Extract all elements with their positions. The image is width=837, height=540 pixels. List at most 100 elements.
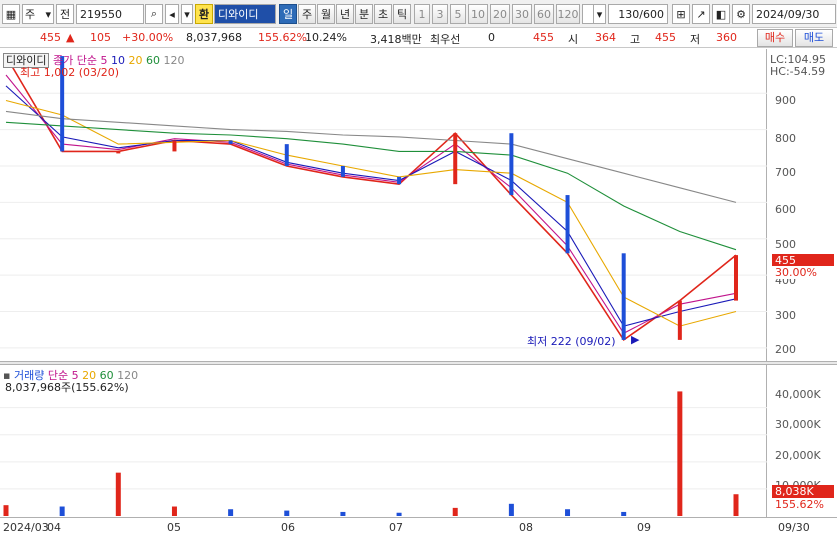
exchange-badge[interactable]: 환 xyxy=(195,4,213,24)
chevron-down-icon: ▾ xyxy=(45,7,51,21)
sell-button[interactable]: 매도 xyxy=(795,29,833,47)
market-select[interactable]: 주 ▾ xyxy=(22,4,54,24)
y-tick: 20,000K xyxy=(775,449,821,462)
gear-icon[interactable]: ⚙ xyxy=(732,4,750,24)
volume-bar xyxy=(677,391,683,516)
price-chart xyxy=(0,55,767,349)
series-line-5 xyxy=(5,74,737,335)
candle xyxy=(453,133,458,185)
bid-price: 455 xyxy=(533,31,554,44)
candle xyxy=(172,140,177,152)
candle xyxy=(397,176,402,185)
period-week[interactable]: 주 xyxy=(298,4,316,24)
period-day[interactable]: 일 xyxy=(279,4,297,24)
date-label: 04 xyxy=(47,521,61,534)
chart-window: ▦ 주 ▾ 전 219550 ⌕ ◂ ▾ 환 디와이디 일 주 월 년 분 초 틱… xyxy=(0,0,837,540)
buy-button[interactable]: 매수 xyxy=(757,29,793,47)
volume-pane[interactable]: ▪ 거래량 단순 5 20 60 120 8,037,968주(155.62%) xyxy=(0,365,767,517)
minute-3[interactable]: 3 xyxy=(432,4,448,24)
quote-bar: 455 ▲ 105 +30.00% 8,037,968 155.62% 10.2… xyxy=(0,28,837,48)
period-minute[interactable]: 분 xyxy=(355,4,373,24)
y-tick: 800 xyxy=(775,132,796,145)
date-axis: 2024/03 04 05 06 07 08 09 09/30 xyxy=(0,517,837,540)
candle xyxy=(565,195,570,254)
volume-bar xyxy=(621,511,627,516)
y-tick: 200 xyxy=(775,343,796,356)
minute-120[interactable]: 120 xyxy=(556,4,580,24)
series-line-20 xyxy=(5,99,737,327)
date-input[interactable]: 2024/09/30 xyxy=(752,4,836,24)
date-label: 09 xyxy=(637,521,651,534)
price-change: 105 xyxy=(90,31,111,44)
toolbar: ▦ 주 ▾ 전 219550 ⌕ ◂ ▾ 환 디와이디 일 주 월 년 분 초 틱… xyxy=(0,0,837,28)
candle xyxy=(734,255,738,301)
candle xyxy=(116,151,121,154)
high-label: 고 xyxy=(630,33,641,46)
open-price: 364 xyxy=(595,31,616,44)
minute-5[interactable]: 5 xyxy=(450,4,466,24)
date-label: 08 xyxy=(519,521,533,534)
volume-bar xyxy=(3,505,9,516)
volume-bar xyxy=(171,506,177,516)
date-label: 09/30 xyxy=(778,521,810,534)
period-tick[interactable]: 틱 xyxy=(393,4,411,24)
period-month[interactable]: 월 xyxy=(317,4,335,24)
minute-60[interactable]: 60 xyxy=(534,4,554,24)
volume-ratio: 155.62% xyxy=(258,31,307,44)
price-axis: LC:104.95 HC:-54.59 900 800 700 600 500 … xyxy=(767,49,837,361)
grid-icon[interactable]: ▦ xyxy=(2,4,20,24)
volume-bar xyxy=(396,512,402,516)
series-line-120 xyxy=(5,110,737,203)
period-second[interactable]: 초 xyxy=(374,4,392,24)
code-input[interactable]: 219550 xyxy=(76,4,144,24)
volume-bar xyxy=(452,507,458,516)
last-ratio-tag: 155.62% xyxy=(772,498,834,511)
minute-10[interactable]: 10 xyxy=(468,4,488,24)
draw-icon[interactable]: ↗ xyxy=(692,4,710,24)
y-tick: 500 xyxy=(775,238,796,251)
minute-30[interactable]: 30 xyxy=(512,4,532,24)
chevron-down-icon[interactable]: ▾ xyxy=(593,4,606,24)
minute-20[interactable]: 20 xyxy=(490,4,510,24)
minute-1[interactable]: 1 xyxy=(414,4,430,24)
price-pane[interactable]: 디와이디 종가 단순 5 10 20 60 120 최고 1,002 (03/2… xyxy=(0,49,767,361)
date-label: 2024/03 xyxy=(3,521,49,534)
market-type-button[interactable]: 전 xyxy=(56,4,74,24)
volume-bar xyxy=(284,510,290,516)
high-note: 최고 1,002 (03/20) xyxy=(20,66,120,79)
priority-label: 최우선 xyxy=(430,33,461,46)
volume-bar xyxy=(565,509,571,516)
volume-bar xyxy=(228,509,234,516)
candle xyxy=(621,253,626,340)
series-line-종가 xyxy=(5,55,737,342)
sound-icon[interactable]: ◂ xyxy=(165,4,179,24)
candle xyxy=(509,133,514,196)
date-label: 05 xyxy=(167,521,181,534)
chart-tools-icon[interactable]: ⊞ xyxy=(672,4,690,24)
legend-ma60: 60 xyxy=(145,54,160,67)
series-line-60 xyxy=(5,121,737,251)
legend-ma120: 120 xyxy=(163,54,185,67)
indicator-icon[interactable]: ◧ xyxy=(712,4,730,24)
volume-value: 8,037,968 xyxy=(186,31,242,44)
volume-bar xyxy=(115,472,121,516)
y-tick: 900 xyxy=(775,94,796,107)
chevron-down-icon[interactable]: ▾ xyxy=(181,4,193,24)
low-price: 360 xyxy=(716,31,737,44)
trade-amount: 3,418백만 xyxy=(370,33,422,46)
candle xyxy=(228,140,233,145)
candle xyxy=(284,144,289,166)
bar-count-input[interactable]: 130/600 xyxy=(608,4,668,24)
high-price: 455 xyxy=(655,31,676,44)
market-label: 주 xyxy=(25,8,36,21)
stock-name[interactable]: 디와이디 xyxy=(214,4,276,24)
search-icon[interactable]: ⌕ xyxy=(145,4,163,24)
y-tick: 40,000K xyxy=(775,388,821,401)
priority-value: 0 xyxy=(488,31,495,44)
low-note: 최저 222 (09/02) xyxy=(527,335,616,348)
period-year[interactable]: 년 xyxy=(336,4,354,24)
y-tick: 600 xyxy=(775,203,796,216)
volume-bar xyxy=(733,494,739,516)
last-pct-tag: 30.00% xyxy=(772,266,834,279)
low-marker-icon: ▶ xyxy=(631,333,640,346)
